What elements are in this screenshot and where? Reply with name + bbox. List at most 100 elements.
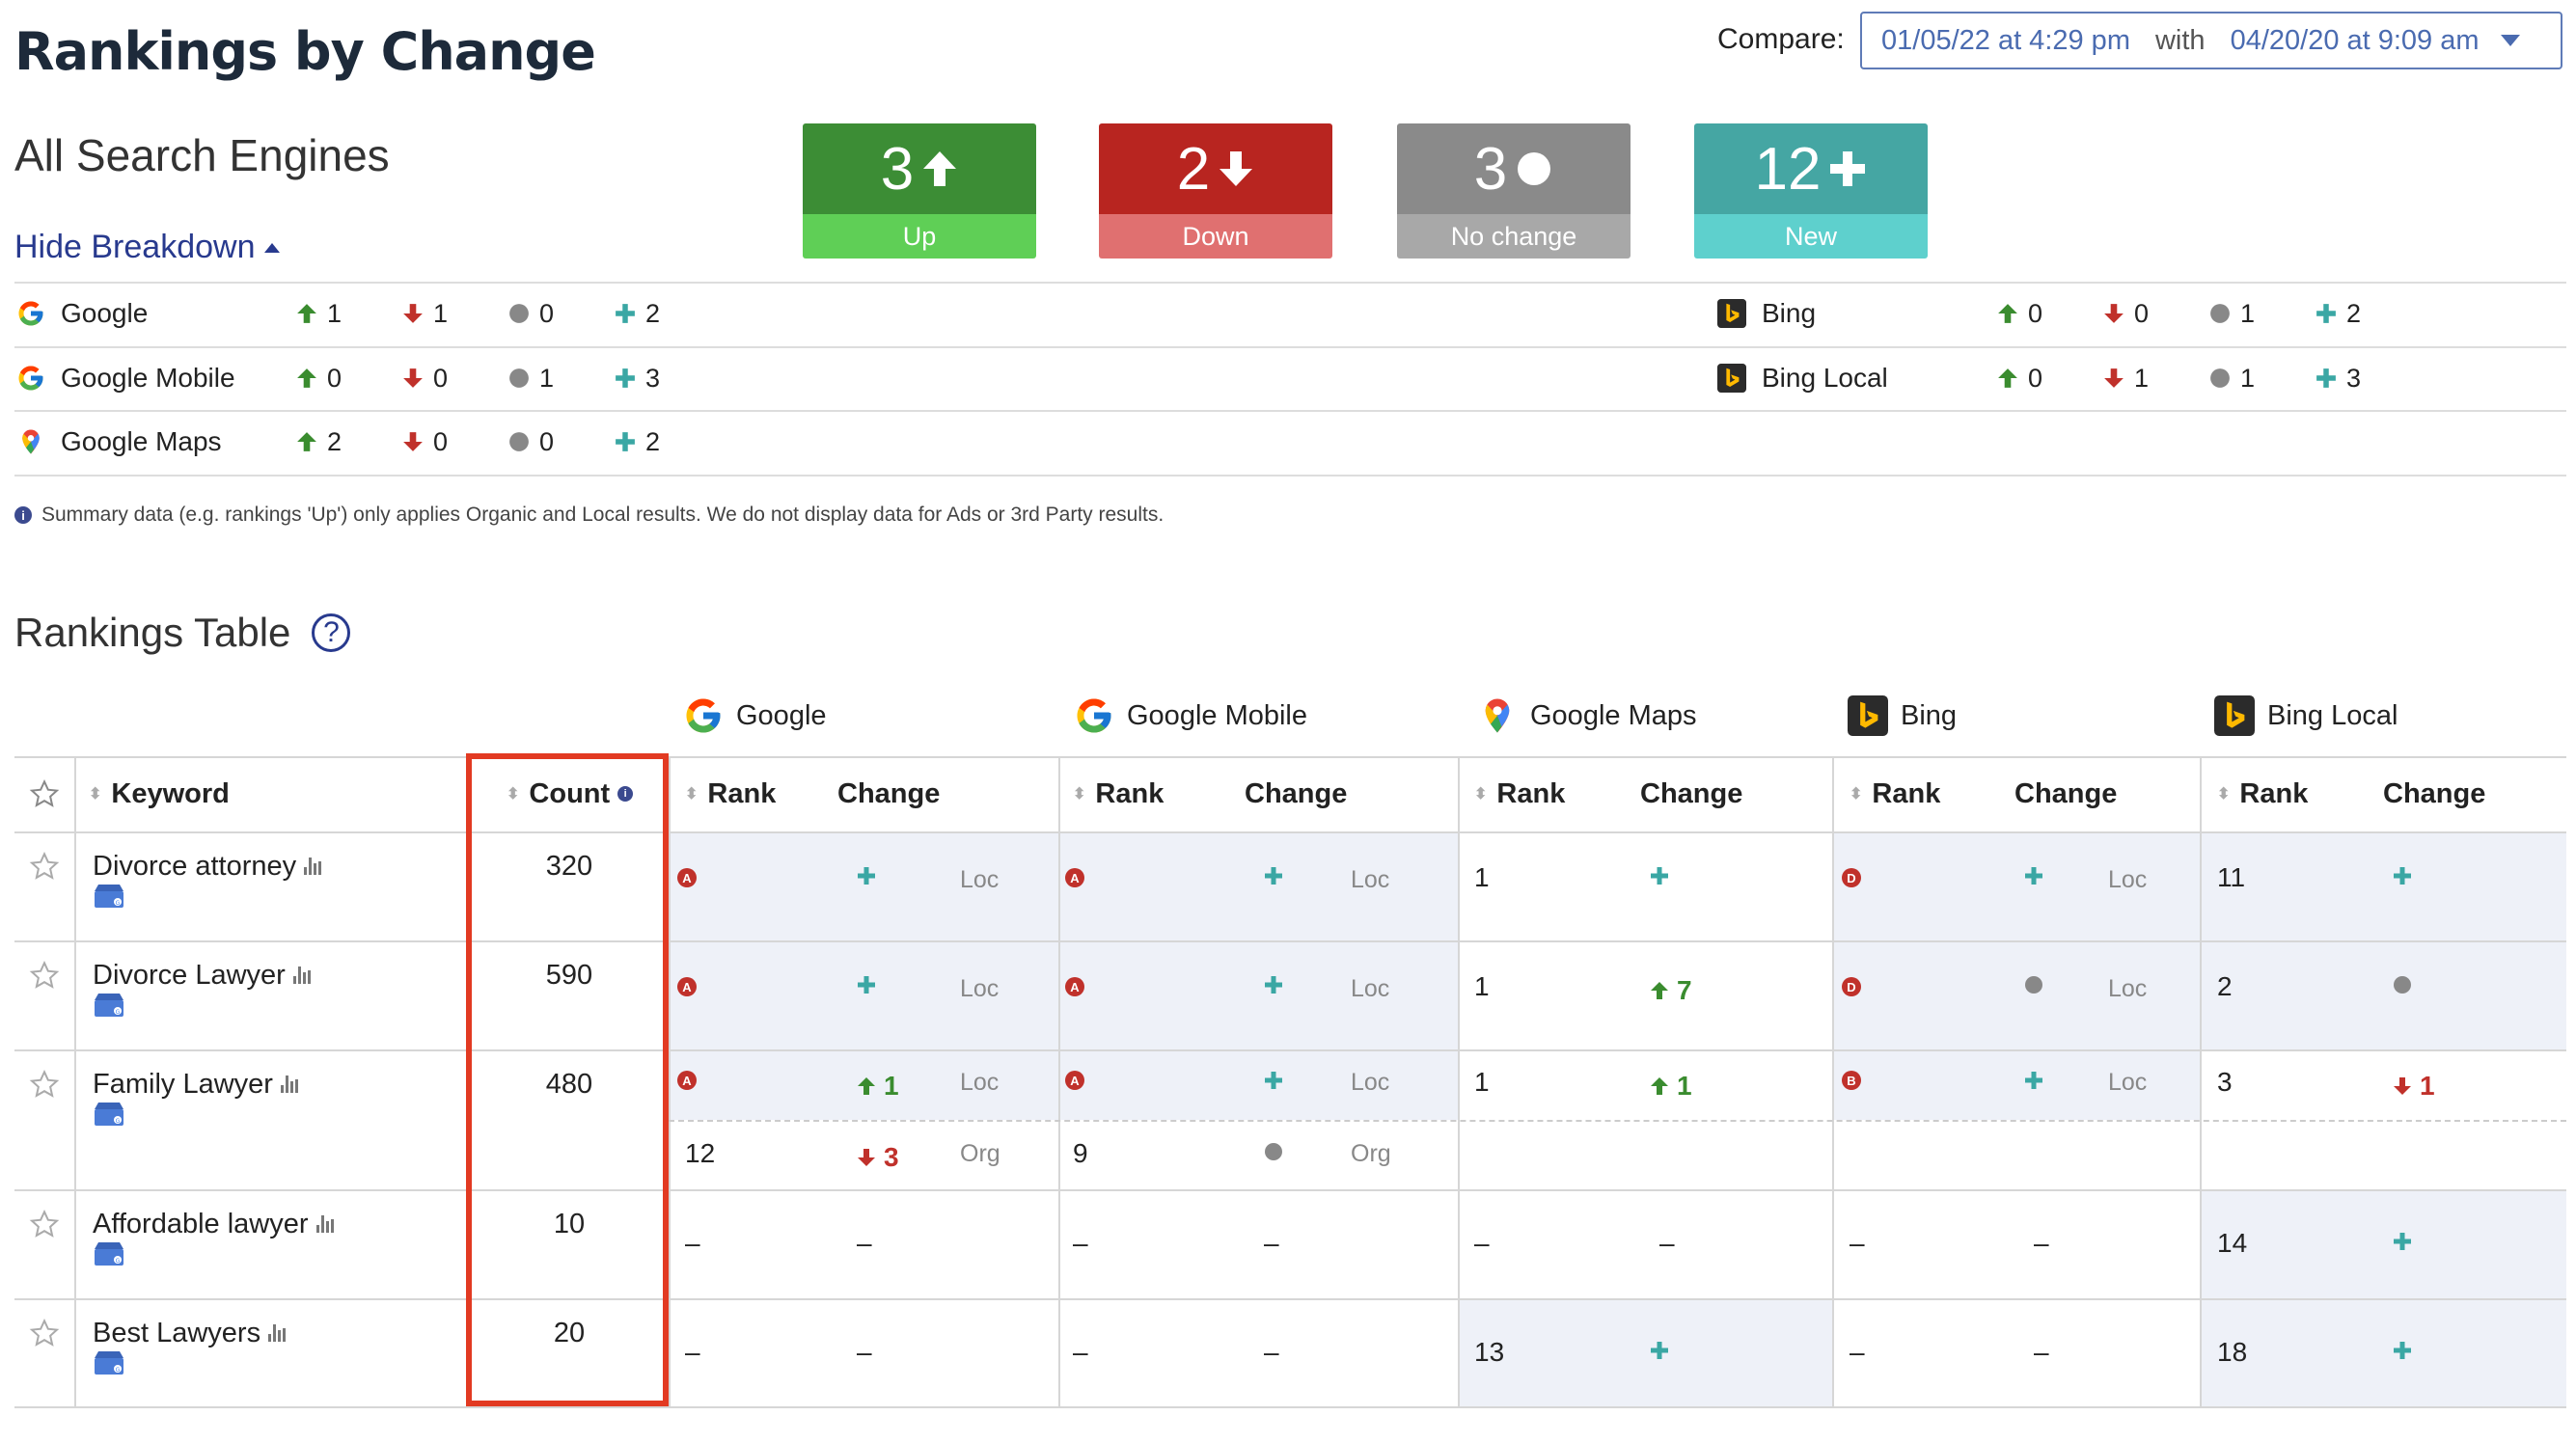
- serp-feature-badge: A: [677, 1071, 697, 1090]
- plus-icon: [1830, 151, 1866, 186]
- summary-note-text: Summary data (e.g. rankings 'Up') only a…: [41, 504, 1165, 526]
- breakdown-engine-name: Bing: [1762, 298, 1817, 328]
- rank-badge: D: [1842, 868, 1861, 887]
- star-icon[interactable]: [29, 851, 60, 882]
- result-type-label: Org: [1351, 1140, 1391, 1167]
- volume-chart-icon[interactable]: [280, 1075, 298, 1093]
- star-icon[interactable]: [29, 1318, 60, 1348]
- star-icon[interactable]: [29, 960, 60, 991]
- plus-icon: [857, 866, 876, 885]
- breakdown-new-count: 3: [2314, 346, 2361, 410]
- table-column-divider: [1058, 756, 1060, 1406]
- result-type-label: Org: [960, 1140, 1000, 1167]
- cell-highlight: [669, 831, 1058, 940]
- change-cell: [2393, 975, 2412, 994]
- engine-header-name: Google Maps: [1530, 699, 1697, 731]
- engine-header: Google Maps: [1476, 687, 1697, 745]
- rank-column-header[interactable]: ⬍ Rank: [2217, 756, 2308, 831]
- stat-new[interactable]: 12 New: [1694, 123, 1928, 259]
- plus-icon: [2024, 866, 2043, 885]
- circle-icon: [2207, 368, 2233, 389]
- empty-cell: –: [2034, 1228, 2049, 1258]
- google-maps-icon: [1476, 694, 1519, 737]
- keyword-column-header[interactable]: ⬍ Keyword: [89, 756, 230, 831]
- google-business-icon: G: [93, 1241, 125, 1266]
- change-column-header[interactable]: Change: [1245, 756, 1347, 831]
- result-type-label: Loc: [1351, 866, 1390, 893]
- empty-cell: –: [857, 1228, 872, 1258]
- cell-highlight: [1058, 940, 1458, 1049]
- stat-up[interactable]: 3 Up: [803, 123, 1036, 259]
- arrow-up-icon: 1: [857, 1071, 899, 1102]
- stat-down-label: Down: [1099, 214, 1332, 259]
- serp-feature-badge: B: [1842, 1071, 1861, 1090]
- rank-column-header[interactable]: ⬍ Rank: [1073, 756, 1164, 831]
- change-cell: [2024, 866, 2043, 885]
- change-column-header[interactable]: Change: [2014, 756, 2117, 831]
- arrow-down-icon: [2101, 303, 2126, 324]
- breakdown-engine-bing: Bing: [1715, 282, 1816, 345]
- volume-chart-icon[interactable]: [304, 858, 322, 875]
- rank-badge: B: [1842, 1071, 1861, 1090]
- arrow-up-icon: [294, 303, 319, 324]
- sort-icon: ⬍: [685, 786, 699, 803]
- empty-cell: –: [1850, 1337, 1865, 1367]
- empty-cell: –: [1264, 1228, 1279, 1258]
- google-business-icon: G: [93, 993, 125, 1018]
- volume-chart-icon[interactable]: [292, 967, 311, 984]
- breakdown-same-count: 1: [2207, 282, 2255, 345]
- empty-cell: –: [1073, 1337, 1088, 1367]
- breakdown-engine-name: Bing Local: [1762, 363, 1888, 393]
- circle-icon: [507, 303, 532, 324]
- serp-feature-badge: A: [677, 868, 697, 887]
- change-column-header[interactable]: Change: [2383, 756, 2485, 831]
- help-icon[interactable]: ?: [312, 613, 351, 652]
- plus-icon: [2314, 303, 2339, 324]
- serp-feature-badge: A: [1065, 1071, 1084, 1090]
- cell-highlight: [1058, 1049, 1458, 1120]
- keyword-text: Divorce attorney: [93, 851, 297, 882]
- compare-date-dropdown[interactable]: 01/05/22 at 4:29 pm with 04/20/20 at 9:0…: [1860, 12, 2562, 69]
- result-type-label: Loc: [2108, 975, 2148, 1002]
- divider: [14, 282, 2566, 284]
- stat-down[interactable]: 2 Down: [1099, 123, 1332, 259]
- bing-icon: [1715, 297, 1748, 330]
- rank-cell: 12: [685, 1138, 716, 1168]
- breakdown-engine-name: Google Mobile: [61, 363, 235, 393]
- rank-cell: 3: [2217, 1067, 2233, 1097]
- summary-note: i Summary data (e.g. rankings 'Up') only…: [14, 504, 1164, 527]
- rank-cell: 1: [1474, 1067, 1490, 1097]
- rank-cell: 1: [1474, 971, 1490, 1001]
- star-all-icon[interactable]: [29, 778, 60, 809]
- keyword-text: Affordable lawyer: [93, 1209, 309, 1239]
- change-column-header[interactable]: Change: [1640, 756, 1742, 831]
- rank-badge: A: [1065, 868, 1084, 887]
- change-column-header[interactable]: Change: [837, 756, 940, 831]
- rank-column-header[interactable]: ⬍ Rank: [1474, 756, 1565, 831]
- change-cell: [2393, 1341, 2412, 1360]
- change-cell: [2024, 1071, 2043, 1090]
- table-column-divider: [2200, 756, 2202, 1406]
- breakdown-engine-bing-local: Bing Local: [1715, 346, 1888, 410]
- plus-icon: [2024, 1071, 2043, 1090]
- star-icon[interactable]: [29, 1069, 60, 1100]
- breakdown-new-count: 3: [613, 346, 660, 410]
- breakdown-down-count: 0: [400, 410, 448, 474]
- rank-column-header[interactable]: ⬍ Rank: [685, 756, 776, 831]
- star-icon[interactable]: [29, 1209, 60, 1239]
- breakdown-engine-google-maps: Google Maps: [14, 410, 222, 474]
- change-cell: 1: [2393, 1071, 2435, 1102]
- empty-cell: –: [1474, 1228, 1490, 1258]
- rank-column-header[interactable]: ⬍ Rank: [1850, 756, 1940, 831]
- arrow-up-icon: 1: [1650, 1071, 1692, 1102]
- breakdown-same-count: 0: [507, 282, 554, 345]
- volume-chart-icon[interactable]: [315, 1215, 334, 1233]
- stat-no-change[interactable]: 3 No change: [1397, 123, 1631, 259]
- rank-cell: 14: [2217, 1228, 2248, 1258]
- google-business-icon: G: [93, 1350, 125, 1375]
- arrow-down-icon: 3: [857, 1142, 899, 1173]
- hide-breakdown-toggle[interactable]: Hide Breakdown: [14, 229, 281, 266]
- table-column-divider: [74, 756, 76, 1406]
- result-type-label: Loc: [960, 1069, 1000, 1096]
- volume-chart-icon[interactable]: [268, 1324, 287, 1342]
